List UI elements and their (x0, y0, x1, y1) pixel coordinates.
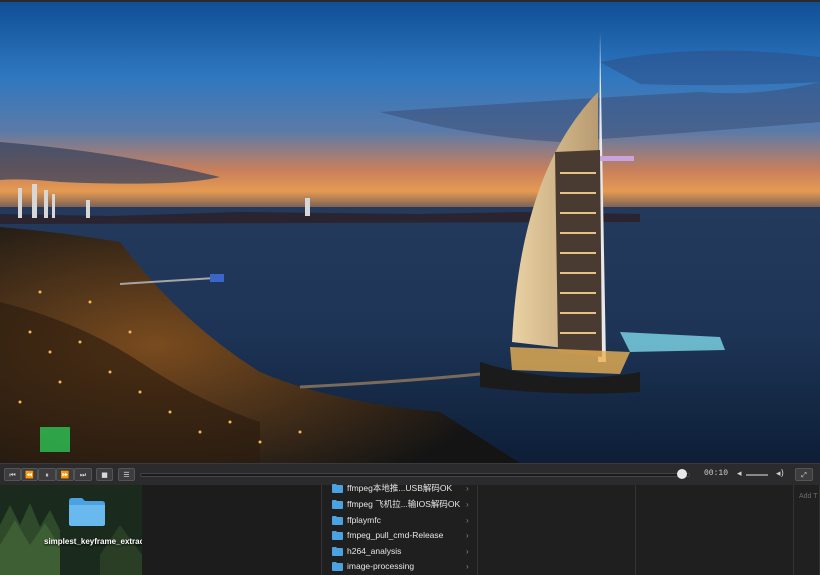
finder-area: simplest_keyframe_extractor Add T ffmpeg… (0, 483, 820, 575)
volume-up-icon[interactable]: ◂) (776, 468, 784, 481)
list-item[interactable]: ffplaymfc › (326, 513, 476, 528)
skip-forward-button[interactable]: ⏭ (74, 468, 92, 481)
list-item[interactable]: h264_analysis › (326, 544, 476, 559)
folder-icon (332, 562, 343, 571)
chevron-right-icon: › (466, 547, 469, 556)
list-item[interactable]: image-processing › (326, 559, 476, 574)
finder-column-1 (142, 485, 322, 575)
chevron-right-icon: › (466, 562, 469, 571)
desktop-background: simplest_keyframe_extractor (0, 485, 142, 575)
volume-down-icon[interactable]: ◂ (737, 468, 742, 481)
finder-column-3 (478, 485, 636, 575)
seek-knob[interactable] (677, 469, 687, 479)
finder-preview-column: Add T (794, 485, 820, 575)
fast-forward-button[interactable]: ⏩ (56, 468, 74, 481)
list-item[interactable]: ffmpeg 飞机拉...输IOS解码OK › (326, 497, 476, 512)
folder-icon (332, 484, 343, 493)
seek-bar[interactable] (140, 473, 690, 477)
fullscreen-button[interactable]: ⤢ (795, 468, 813, 481)
folder-icon (332, 516, 343, 525)
playlist-button[interactable]: ☰ (118, 468, 135, 481)
skip-back-button[interactable]: ⏮ (4, 468, 21, 481)
chevron-right-icon: › (466, 484, 469, 493)
chevron-right-icon: › (466, 516, 469, 525)
desktop-folder-label[interactable]: simplest_keyframe_extractor (44, 537, 142, 547)
list-item[interactable]: fmpeg_pull_cmd-Release › (326, 528, 476, 543)
list-item[interactable]: ffmpeg本地推...USB解码OK › (326, 481, 476, 496)
video-frame (0, 0, 820, 463)
folder-icon[interactable] (68, 497, 106, 527)
add-tags-label[interactable]: Add T (799, 493, 818, 500)
video-image (0, 2, 820, 463)
finder-column-4 (636, 485, 794, 575)
time-display: 00:10 (704, 469, 729, 478)
volume-slider[interactable] (746, 474, 768, 476)
stop-button[interactable]: ■ (96, 468, 113, 481)
folder-icon (332, 531, 343, 540)
chevron-right-icon: › (466, 500, 469, 509)
pause-button[interactable]: ⏸ (38, 468, 56, 481)
folder-icon (332, 547, 343, 556)
chevron-right-icon: › (466, 531, 469, 540)
rewind-button[interactable]: ⏪ (21, 468, 38, 481)
folder-icon (332, 500, 343, 509)
